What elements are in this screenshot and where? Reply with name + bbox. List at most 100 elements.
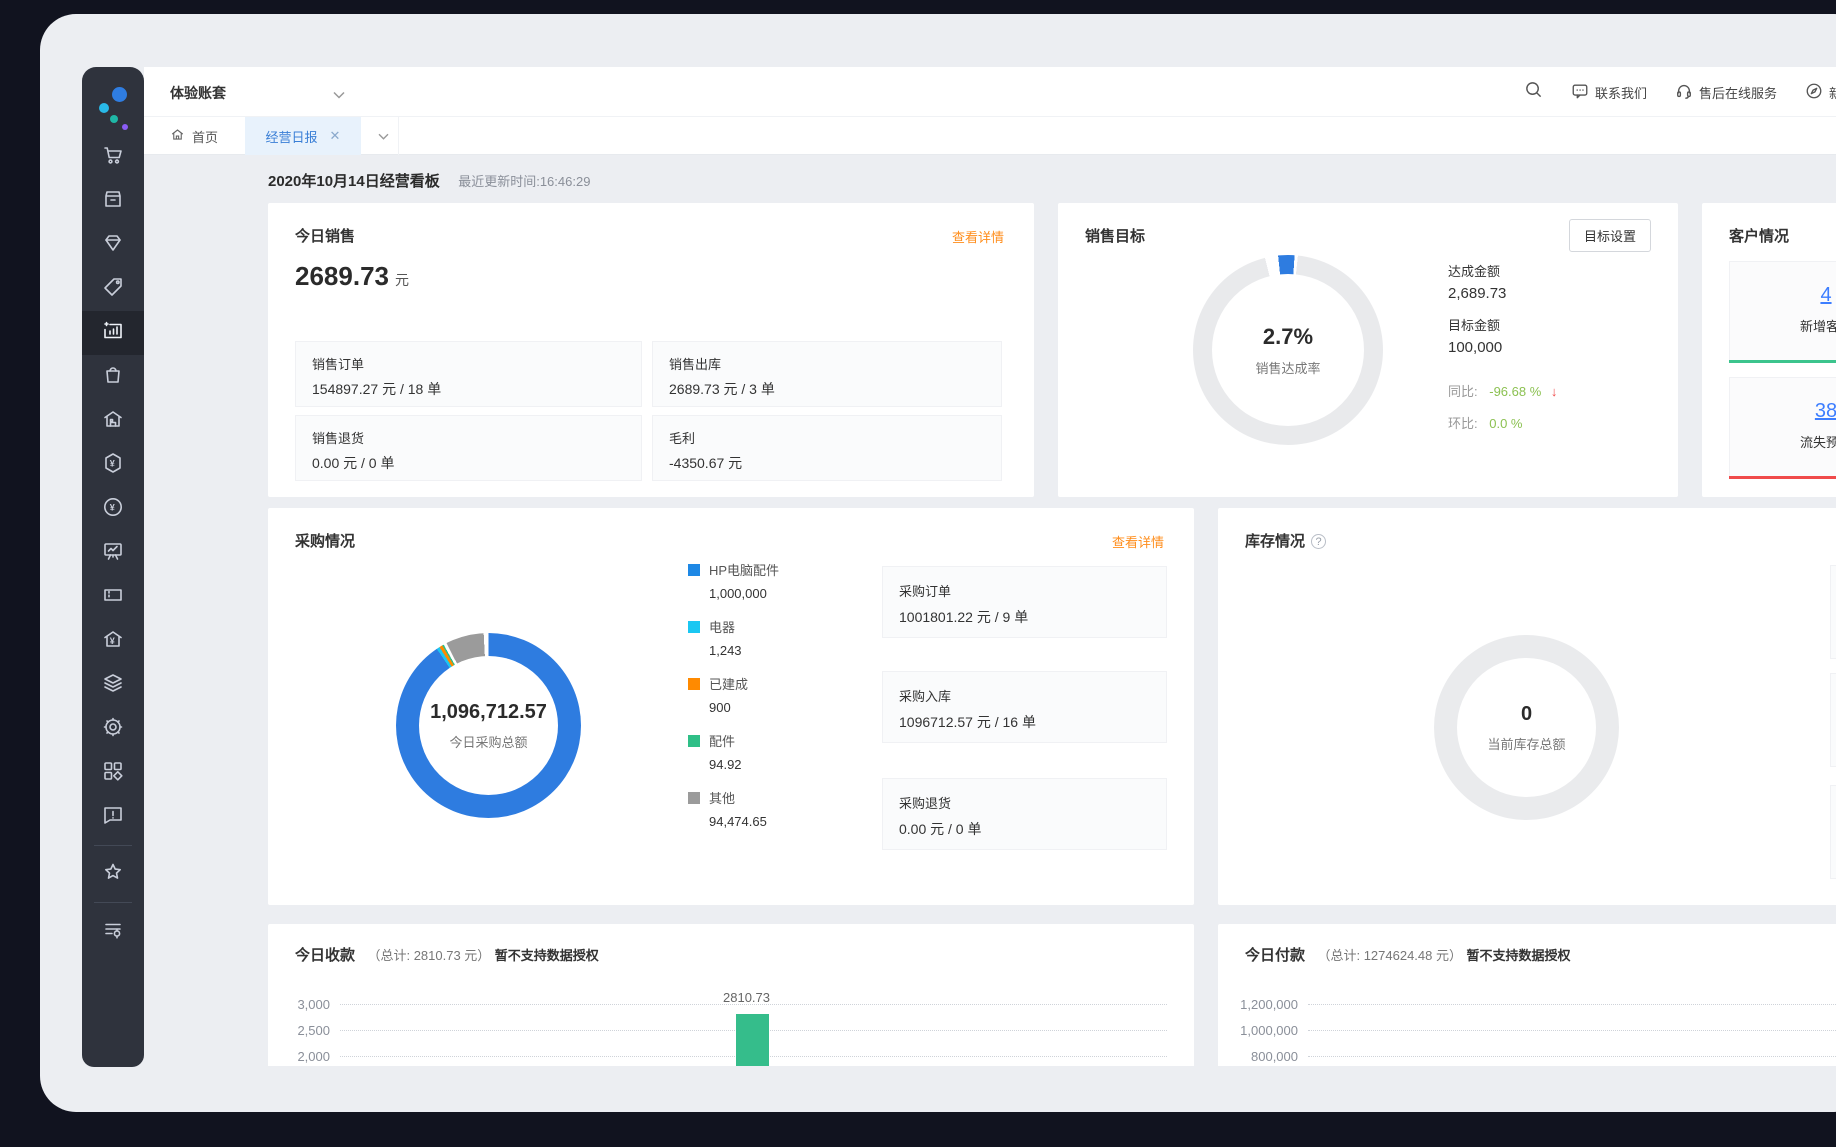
sidebar-item-store[interactable] xyxy=(82,179,144,223)
help-icon[interactable]: ? xyxy=(1311,534,1327,549)
card-customers: 客户情况 4 新增客户 38 流失预警 xyxy=(1702,203,1836,497)
sidebar-item-business-report[interactable] xyxy=(82,311,144,355)
y-tick: 1,000,000 xyxy=(1240,1023,1298,1038)
sidebar-item-settings[interactable] xyxy=(82,707,144,751)
svg-text:¥: ¥ xyxy=(110,636,115,646)
stat-gross-profit[interactable]: 毛利 -4350.67 元 xyxy=(652,415,1002,481)
last-updated: 最近更新时间:16:46:29 xyxy=(458,174,591,189)
page-title: 2020年10月14日经营看板 xyxy=(268,173,440,190)
tab-business-daily[interactable]: 经营日报 ✕ xyxy=(245,117,361,155)
target-percent: 2.7% xyxy=(1262,323,1314,349)
stat-sales-orders[interactable]: 销售订单 154897.27 元 / 18 单 xyxy=(295,341,642,407)
legend-swatch xyxy=(688,621,700,633)
stat-purchase-returns[interactable]: 采购退货 0.00 元 / 0 单 xyxy=(882,778,1167,850)
star-icon xyxy=(101,860,125,889)
sidebar-item-apps[interactable] xyxy=(82,751,144,795)
stat-purchase-orders[interactable]: 采购订单 1001801.22 元 / 9 单 xyxy=(882,566,1167,638)
contact-us-link[interactable]: 联系我们 xyxy=(1571,82,1647,103)
report-chart-icon xyxy=(101,319,125,348)
tag-icon xyxy=(101,275,125,304)
chat-bubble-icon xyxy=(1571,82,1589,103)
purchasing-donut: 1,096,712.57 今日采购总额 xyxy=(396,633,581,818)
y-tick: 1,200,000 xyxy=(1240,997,1298,1012)
new-customers-count[interactable]: 4 xyxy=(1730,284,1836,307)
churn-warning-count[interactable]: 38 xyxy=(1730,400,1836,423)
tab-home[interactable]: 首页 xyxy=(170,117,218,155)
hexagon-yen-icon: ¥ xyxy=(101,451,125,480)
card-title: 今日收款 xyxy=(295,947,356,964)
card-title: 今日付款 xyxy=(1245,947,1306,964)
dashboard-content: 2020年10月14日经营看板 最近更新时间:16:46:29 今日销售 查看详… xyxy=(144,155,1836,1066)
sidebar-item-membership[interactable] xyxy=(82,223,144,267)
inventory-total: 0 xyxy=(1520,702,1533,725)
view-details-link[interactable]: 查看详情 xyxy=(1112,532,1164,551)
sidebar-item-cash[interactable]: ¥ xyxy=(82,487,144,531)
card-purchasing: 采购情况 查看详情 1,096,712.57 今日采购总额 HP电脑配件 1,0… xyxy=(268,508,1194,905)
permission-note: 暂不支持数据授权 xyxy=(1466,948,1571,963)
search-icon[interactable] xyxy=(1524,80,1543,104)
sidebar: ¥ ¥ ¥ xyxy=(82,67,144,1067)
gem-icon xyxy=(101,231,125,260)
card-title: 库存情况? xyxy=(1245,530,1327,551)
circle-yen-icon: ¥ xyxy=(101,495,125,524)
sales-target-donut: 2.7% 销售达成率 xyxy=(1193,255,1383,445)
card-subtitle: （总计: 2810.73 元） xyxy=(367,948,491,963)
sidebar-item-warehouse[interactable] xyxy=(82,399,144,443)
svg-text:¥: ¥ xyxy=(110,458,115,468)
stat-sales-outbound[interactable]: 销售出库 2689.73 元 / 3 单 xyxy=(652,341,1002,407)
gridline xyxy=(1308,1030,1836,1031)
sidebar-item-store-cash[interactable]: ¥ xyxy=(82,619,144,663)
headset-icon xyxy=(1675,82,1693,103)
legend-item: 电器 1,243 xyxy=(688,617,742,658)
inventory-total-label: 当前库存总额 xyxy=(1487,736,1566,752)
purchase-total-label: 今日采购总额 xyxy=(449,734,528,750)
card-today-sales: 今日销售 查看详情 2689.73 元 销售订单 154897.27 元 / 18… xyxy=(268,203,1034,497)
sidebar-item-purchase-bag[interactable] xyxy=(82,355,144,399)
card-title: 客户情况 xyxy=(1729,228,1790,245)
sidebar-item-layers[interactable] xyxy=(82,663,144,707)
warehouse-icon xyxy=(101,407,125,436)
gridline xyxy=(1308,1056,1836,1057)
stat-product-count: 商品总数 163 款 xyxy=(1830,673,1836,767)
sidebar-item-feedback[interactable] xyxy=(82,795,144,839)
sidebar-item-pricing-tag[interactable] xyxy=(82,267,144,311)
app-window: ¥ ¥ ¥ 体验账套 联系我们 售后在线服务 新 首页 经营日报 ✕ 2020年… xyxy=(40,14,1836,1112)
card-title: 今日销售 xyxy=(295,228,356,245)
board-chart-icon xyxy=(101,539,125,568)
sidebar-divider xyxy=(94,845,132,846)
sidebar-item-favorites[interactable] xyxy=(82,852,144,896)
card-title: 销售目标 xyxy=(1085,228,1146,245)
app-logo xyxy=(82,77,144,130)
sidebar-divider xyxy=(94,902,132,903)
legend-item: 已建成 900 xyxy=(688,674,748,715)
home-icon xyxy=(170,127,185,145)
view-details-link[interactable]: 查看详情 xyxy=(952,227,1004,246)
stat-new-customers: 4 新增客户 xyxy=(1729,261,1836,363)
tab-list-chevron[interactable] xyxy=(369,117,399,155)
house-yen-icon: ¥ xyxy=(101,627,125,656)
layers-icon xyxy=(101,671,125,700)
stat-sales-returns[interactable]: 销售退货 0.00 元 / 0 单 xyxy=(295,415,642,481)
sidebar-item-sales-cart[interactable] xyxy=(82,135,144,179)
sidebar-item-ticket[interactable] xyxy=(82,575,144,619)
close-icon[interactable]: ✕ xyxy=(330,128,341,144)
whats-new-link[interactable]: 新 xyxy=(1805,82,1836,103)
cart-icon xyxy=(101,143,125,172)
achieved-amount: 达成金额 2,689.73 xyxy=(1448,264,1507,302)
y-tick: 800,000 xyxy=(1251,1049,1298,1064)
card-subtitle: （总计: 1274624.48 元） xyxy=(1317,948,1462,963)
sidebar-item-finance-hex[interactable]: ¥ xyxy=(82,443,144,487)
card-inventory: 库存情况? 0 当前库存总额 库存金额 0 元 商品总数 163 款 滞销商品?… xyxy=(1218,508,1836,905)
bag-icon xyxy=(101,363,125,392)
target-settings-button[interactable]: 目标设置 xyxy=(1568,219,1651,252)
stat-purchase-inbound[interactable]: 采购入库 1096712.57 元 / 16 单 xyxy=(882,671,1167,743)
receipts-bar[interactable] xyxy=(736,1014,769,1066)
sidebar-item-menu-settings[interactable] xyxy=(82,909,144,953)
account-switcher[interactable]: 体验账套 xyxy=(170,83,226,103)
after-sales-service-link[interactable]: 售后在线服务 xyxy=(1675,82,1777,103)
permission-note: 暂不支持数据授权 xyxy=(494,948,599,963)
tabbar: 首页 经营日报 ✕ xyxy=(144,117,1836,155)
chevron-down-icon[interactable] xyxy=(332,87,346,105)
feedback-bubble-icon xyxy=(101,803,125,832)
sidebar-item-report-board[interactable] xyxy=(82,531,144,575)
